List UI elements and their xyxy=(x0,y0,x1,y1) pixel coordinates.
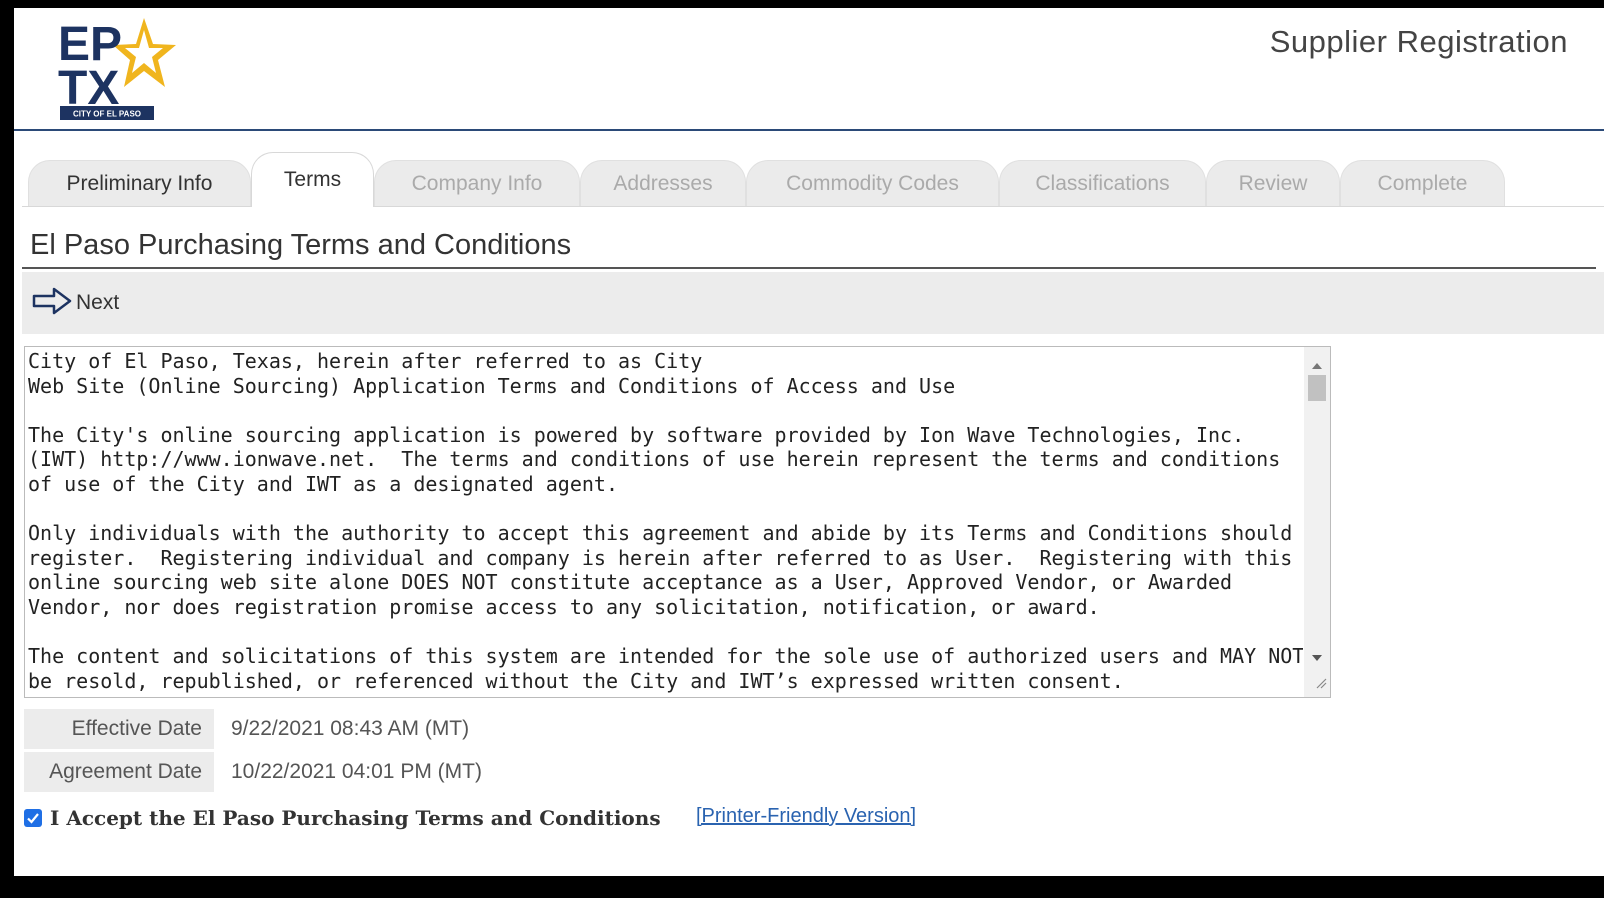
tab-company-info: Company Info xyxy=(374,160,580,206)
terms-line: Web Site (Online Sourcing) Application T… xyxy=(28,373,956,398)
scroll-thumb[interactable] xyxy=(1308,375,1326,401)
action-toolbar: Next xyxy=(22,272,1604,334)
tab-complete: Complete xyxy=(1340,160,1505,206)
terms-line: (IWT) http://www.ionwave.net. The terms … xyxy=(28,447,1281,472)
tab-commodity-codes: Commodity Codes xyxy=(746,160,999,206)
city-logo: EP TX CITY OF EL PASO xyxy=(58,14,178,120)
scroll-down-icon[interactable] xyxy=(1312,649,1322,667)
terms-text: City of El Paso, Texas, herein after ref… xyxy=(28,349,1303,695)
page-title: Supplier Registration xyxy=(1269,24,1568,59)
tab-addresses: Addresses xyxy=(580,160,746,206)
app-frame: EP TX CITY OF EL PASO Supplier Registrat… xyxy=(14,8,1604,876)
effective-date-value: 9/22/2021 08:43 AM (MT) xyxy=(231,717,470,740)
arrow-right-icon xyxy=(32,287,72,320)
terms-line: of use of the City and IWT as a designat… xyxy=(28,471,619,496)
wizard-tabs: Preliminary Info Terms Company Info Addr… xyxy=(22,152,1604,207)
svg-text:CITY OF EL PASO: CITY OF EL PASO xyxy=(73,110,141,119)
terms-line: Only individuals with the authority to a… xyxy=(28,521,1293,546)
terms-line: Vendor, nor does registration promise ac… xyxy=(28,594,1100,619)
next-button[interactable]: Next xyxy=(32,287,120,320)
effective-date-row: Effective Date 9/22/2021 08:43 AM (MT) xyxy=(24,709,469,749)
terms-heading: El Paso Purchasing Terms and Conditions xyxy=(22,222,1596,269)
terms-line: online sourcing web site alone DOES NOT … xyxy=(28,570,1233,595)
accept-label[interactable]: I Accept the El Paso Purchasing Terms an… xyxy=(50,806,661,830)
scroll-up-icon[interactable] xyxy=(1312,357,1322,375)
terms-line: The content and solicitations of this sy… xyxy=(28,644,1303,669)
printer-friendly-link[interactable]: [Printer-Friendly Version] xyxy=(696,805,916,828)
accept-checkbox[interactable] xyxy=(24,809,42,827)
terms-line: register. Registering individual and com… xyxy=(28,545,1293,570)
tab-review: Review xyxy=(1206,160,1340,206)
tab-terms[interactable]: Terms xyxy=(251,152,374,207)
resize-grip-icon[interactable] xyxy=(1315,676,1327,694)
agreement-date-label: Agreement Date xyxy=(24,752,214,792)
terms-line: City of El Paso, Texas, herein after ref… xyxy=(28,349,703,373)
page-header: EP TX CITY OF EL PASO Supplier Registrat… xyxy=(14,8,1604,131)
checkmark-icon xyxy=(27,813,39,824)
terms-line: be resold, republished, or referenced wi… xyxy=(28,668,1124,693)
agreement-date-row: Agreement Date 10/22/2021 04:01 PM (MT) xyxy=(24,752,482,792)
next-label: Next xyxy=(76,291,120,314)
terms-textarea[interactable]: City of El Paso, Texas, herein after ref… xyxy=(24,346,1331,698)
effective-date-label: Effective Date xyxy=(24,709,214,749)
accept-row: I Accept the El Paso Purchasing Terms an… xyxy=(24,803,661,833)
tab-preliminary-info[interactable]: Preliminary Info xyxy=(28,160,251,206)
terms-line: The City's online sourcing application i… xyxy=(28,422,1245,447)
terms-scrollbar[interactable] xyxy=(1304,347,1330,697)
tab-classifications: Classifications xyxy=(999,160,1206,206)
agreement-date-value: 10/22/2021 04:01 PM (MT) xyxy=(231,760,482,783)
